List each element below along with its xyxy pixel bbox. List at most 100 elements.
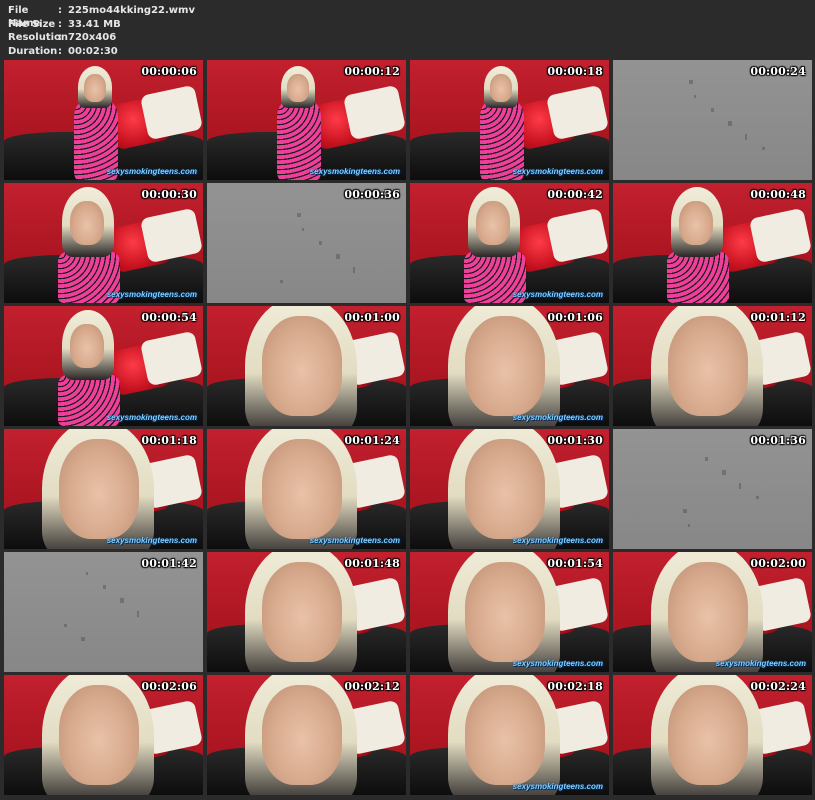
watermark: sexysmokingteens.com [106, 536, 197, 545]
face [262, 439, 342, 539]
timestamp: 00:01:06 [547, 311, 603, 324]
video-thumbnail[interactable]: 00:01:00 [207, 306, 406, 426]
info-key: File Size [8, 18, 56, 30]
timestamp: 00:01:18 [141, 434, 197, 447]
timestamp: 00:00:48 [750, 188, 806, 201]
compression-artifact [694, 95, 696, 98]
compression-artifact [722, 470, 726, 475]
watermark: sexysmokingteens.com [512, 782, 603, 791]
face [490, 74, 512, 102]
info-separator: : [58, 32, 62, 43]
face [84, 74, 106, 102]
timestamp: 00:01:36 [750, 434, 806, 447]
video-thumbnail[interactable]: 00:02:06 [4, 675, 203, 795]
timestamp: 00:01:00 [344, 311, 400, 324]
video-thumbnail[interactable]: 00:02:00 sexysmokingteens.com [613, 552, 812, 672]
thumbnail-background [4, 552, 203, 672]
video-thumbnail[interactable]: 00:02:18 sexysmokingteens.com [410, 675, 609, 795]
info-row-file-size: File Size : 33.41 MB [8, 18, 195, 32]
video-thumbnail[interactable]: 00:01:54 sexysmokingteens.com [410, 552, 609, 672]
compression-artifact [711, 108, 714, 112]
watermark: sexysmokingteens.com [512, 536, 603, 545]
watermark: sexysmokingteens.com [512, 167, 603, 176]
info-key: Duration [8, 45, 58, 57]
timestamp: 00:02:12 [344, 680, 400, 693]
video-thumbnail[interactable]: 00:00:24 [613, 60, 812, 180]
compression-artifact [756, 496, 759, 499]
watermark: sexysmokingteens.com [309, 536, 400, 545]
face [465, 562, 545, 662]
info-key: File Name [8, 5, 41, 29]
compression-artifact [319, 241, 322, 245]
video-thumbnail[interactable]: 00:01:36 [613, 429, 812, 549]
video-thumbnail[interactable]: 00:01:06 sexysmokingteens.com [410, 306, 609, 426]
thumbnail-background [613, 429, 812, 549]
video-thumbnail[interactable]: 00:00:30 sexysmokingteens.com [4, 183, 203, 303]
watermark: sexysmokingteens.com [512, 413, 603, 422]
info-row-duration: Duration : 00:02:30 [8, 45, 195, 59]
video-thumbnail[interactable]: 00:00:06 sexysmokingteens.com [4, 60, 203, 180]
compression-artifact [103, 585, 106, 589]
info-separator: : [58, 45, 62, 57]
compression-artifact [739, 483, 741, 489]
timestamp: 00:01:24 [344, 434, 400, 447]
info-value: 720x406 [68, 32, 117, 43]
timestamp: 00:01:30 [547, 434, 603, 447]
compression-artifact [297, 213, 301, 217]
timestamp: 00:00:30 [141, 188, 197, 201]
watermark: sexysmokingteens.com [512, 290, 603, 299]
video-thumbnail[interactable]: 00:01:12 [613, 306, 812, 426]
info-row-resolution: Resolution : 720x406 [8, 31, 195, 45]
video-thumbnail[interactable]: 00:01:30 sexysmokingteens.com [410, 429, 609, 549]
face [465, 316, 545, 416]
compression-artifact [137, 611, 139, 617]
face [476, 201, 510, 245]
video-thumbnail[interactable]: 00:01:24 sexysmokingteens.com [207, 429, 406, 549]
compression-artifact [336, 254, 340, 259]
video-thumbnail[interactable]: 00:01:42 [4, 552, 203, 672]
timestamp: 00:01:48 [344, 557, 400, 570]
compression-artifact [745, 134, 747, 140]
timestamp: 00:02:18 [547, 680, 603, 693]
watermark: sexysmokingteens.com [309, 167, 400, 176]
video-thumbnail[interactable]: 00:02:12 [207, 675, 406, 795]
compression-artifact [81, 637, 85, 641]
timestamp: 00:02:24 [750, 680, 806, 693]
timestamp: 00:01:54 [547, 557, 603, 570]
timestamp: 00:00:24 [750, 65, 806, 78]
face [465, 439, 545, 539]
video-thumbnail[interactable]: 00:00:42 sexysmokingteens.com [410, 183, 609, 303]
timestamp: 00:02:00 [750, 557, 806, 570]
pink-corset [667, 251, 729, 303]
video-thumbnail[interactable]: 00:00:18 sexysmokingteens.com [410, 60, 609, 180]
video-thumbnail[interactable]: 00:01:18 sexysmokingteens.com [4, 429, 203, 549]
info-separator: : [58, 5, 62, 16]
face [70, 201, 104, 245]
face [679, 201, 713, 245]
video-thumbnail[interactable]: 00:00:12 sexysmokingteens.com [207, 60, 406, 180]
watermark: sexysmokingteens.com [106, 290, 197, 299]
info-separator: : [58, 18, 62, 30]
video-thumbnail[interactable]: 00:01:48 [207, 552, 406, 672]
watermark: sexysmokingteens.com [106, 167, 197, 176]
face [668, 316, 748, 416]
file-info-panel: File Name : 225mo44kking22.wmv File Size… [8, 4, 195, 58]
compression-artifact [280, 280, 283, 283]
video-thumbnail[interactable]: 00:00:36 [207, 183, 406, 303]
compression-artifact [705, 457, 708, 461]
timestamp: 00:01:12 [750, 311, 806, 324]
video-thumbnail[interactable]: 00:02:24 [613, 675, 812, 795]
face [262, 562, 342, 662]
video-thumbnail[interactable]: 00:00:48 [613, 183, 812, 303]
info-value: 225mo44kking22.wmv [68, 5, 195, 16]
timestamp: 00:01:42 [141, 557, 197, 570]
video-thumbnail[interactable]: 00:00:54 sexysmokingteens.com [4, 306, 203, 426]
watermark: sexysmokingteens.com [512, 659, 603, 668]
face [465, 685, 545, 785]
face [59, 685, 139, 785]
timestamp: 00:00:42 [547, 188, 603, 201]
compression-artifact [689, 80, 693, 84]
face [668, 562, 748, 662]
face [287, 74, 309, 102]
face [59, 439, 139, 539]
